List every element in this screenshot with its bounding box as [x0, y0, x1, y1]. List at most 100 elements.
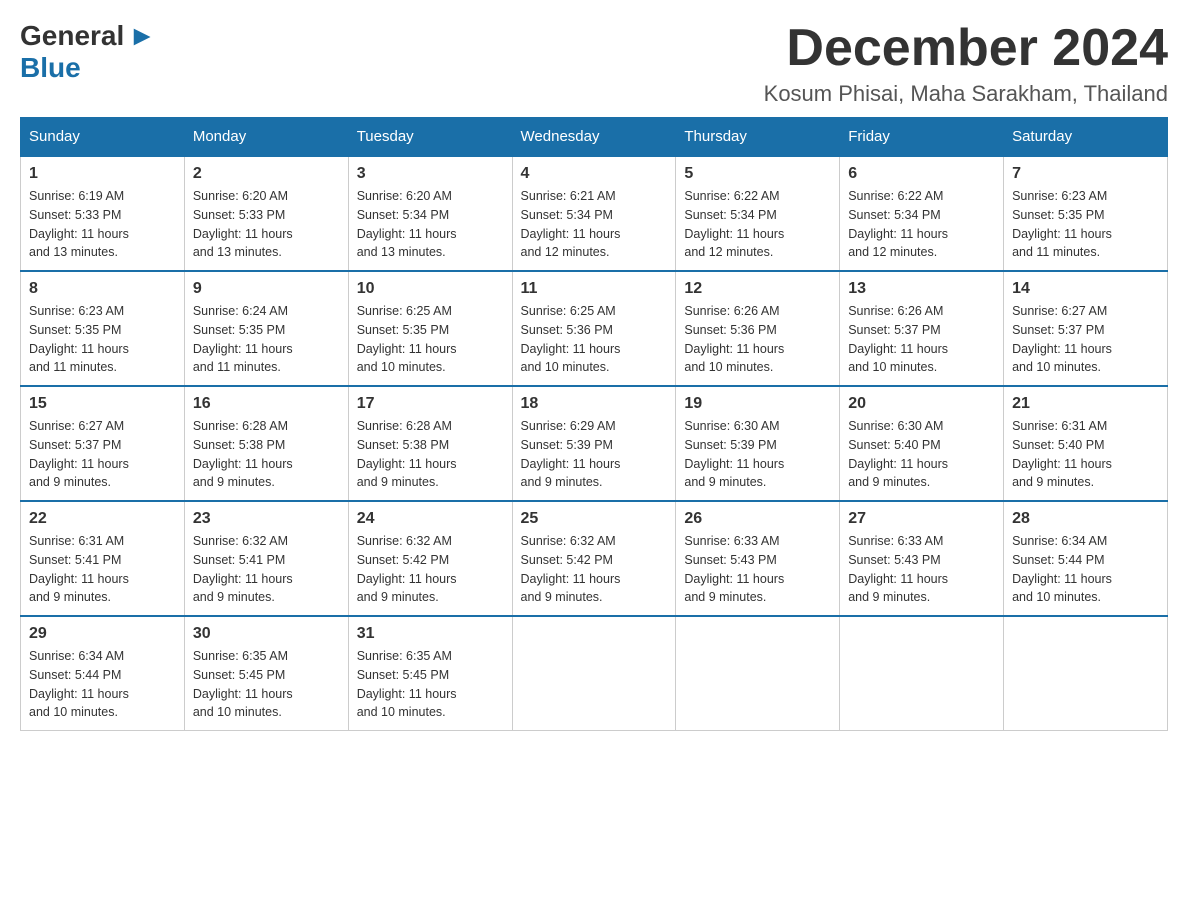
day-info: Sunrise: 6:30 AMSunset: 5:40 PMDaylight:…: [848, 417, 995, 492]
calendar-day-cell: 12 Sunrise: 6:26 AMSunset: 5:36 PMDaylig…: [676, 271, 840, 386]
day-info: Sunrise: 6:22 AMSunset: 5:34 PMDaylight:…: [684, 187, 831, 262]
calendar-week-row: 8 Sunrise: 6:23 AMSunset: 5:35 PMDayligh…: [21, 271, 1168, 386]
calendar-day-cell: 27 Sunrise: 6:33 AMSunset: 5:43 PMDaylig…: [840, 501, 1004, 616]
calendar-week-row: 1 Sunrise: 6:19 AMSunset: 5:33 PMDayligh…: [21, 156, 1168, 271]
day-info: Sunrise: 6:25 AMSunset: 5:35 PMDaylight:…: [357, 302, 504, 377]
calendar-day-cell: 9 Sunrise: 6:24 AMSunset: 5:35 PMDayligh…: [184, 271, 348, 386]
day-number: 9: [193, 280, 340, 298]
header-sunday: Sunday: [21, 118, 185, 157]
calendar-day-cell: 4 Sunrise: 6:21 AMSunset: 5:34 PMDayligh…: [512, 156, 676, 271]
day-number: 27: [848, 510, 995, 528]
day-number: 28: [1012, 510, 1159, 528]
day-info: Sunrise: 6:22 AMSunset: 5:34 PMDaylight:…: [848, 187, 995, 262]
day-number: 16: [193, 395, 340, 413]
logo-general-text: General: [20, 20, 124, 52]
header-saturday: Saturday: [1004, 118, 1168, 157]
calendar-day-cell: 13 Sunrise: 6:26 AMSunset: 5:37 PMDaylig…: [840, 271, 1004, 386]
calendar-day-cell: 20 Sunrise: 6:30 AMSunset: 5:40 PMDaylig…: [840, 386, 1004, 501]
day-info: Sunrise: 6:23 AMSunset: 5:35 PMDaylight:…: [1012, 187, 1159, 262]
calendar-day-cell: 5 Sunrise: 6:22 AMSunset: 5:34 PMDayligh…: [676, 156, 840, 271]
calendar-day-cell: 10 Sunrise: 6:25 AMSunset: 5:35 PMDaylig…: [348, 271, 512, 386]
calendar-day-cell: 19 Sunrise: 6:30 AMSunset: 5:39 PMDaylig…: [676, 386, 840, 501]
day-number: 10: [357, 280, 504, 298]
day-number: 2: [193, 165, 340, 183]
calendar-day-cell: [676, 616, 840, 731]
day-info: Sunrise: 6:34 AMSunset: 5:44 PMDaylight:…: [29, 647, 176, 722]
page-header: General ► Blue December 2024 Kosum Phisa…: [20, 20, 1168, 107]
calendar-day-cell: [512, 616, 676, 731]
calendar-day-cell: 1 Sunrise: 6:19 AMSunset: 5:33 PMDayligh…: [21, 156, 185, 271]
calendar-day-cell: [840, 616, 1004, 731]
day-number: 13: [848, 280, 995, 298]
header-thursday: Thursday: [676, 118, 840, 157]
day-number: 31: [357, 625, 504, 643]
day-number: 3: [357, 165, 504, 183]
calendar-day-cell: [1004, 616, 1168, 731]
day-number: 11: [521, 280, 668, 298]
day-info: Sunrise: 6:35 AMSunset: 5:45 PMDaylight:…: [193, 647, 340, 722]
calendar-day-cell: 16 Sunrise: 6:28 AMSunset: 5:38 PMDaylig…: [184, 386, 348, 501]
title-section: December 2024 Kosum Phisai, Maha Sarakha…: [764, 20, 1168, 107]
day-number: 20: [848, 395, 995, 413]
calendar-day-cell: 29 Sunrise: 6:34 AMSunset: 5:44 PMDaylig…: [21, 616, 185, 731]
day-number: 22: [29, 510, 176, 528]
day-number: 26: [684, 510, 831, 528]
calendar-header-row: Sunday Monday Tuesday Wednesday Thursday…: [21, 118, 1168, 157]
calendar-day-cell: 31 Sunrise: 6:35 AMSunset: 5:45 PMDaylig…: [348, 616, 512, 731]
calendar-day-cell: 23 Sunrise: 6:32 AMSunset: 5:41 PMDaylig…: [184, 501, 348, 616]
calendar-day-cell: 7 Sunrise: 6:23 AMSunset: 5:35 PMDayligh…: [1004, 156, 1168, 271]
day-number: 25: [521, 510, 668, 528]
month-title: December 2024: [764, 20, 1168, 77]
calendar-week-row: 15 Sunrise: 6:27 AMSunset: 5:37 PMDaylig…: [21, 386, 1168, 501]
day-info: Sunrise: 6:32 AMSunset: 5:42 PMDaylight:…: [357, 532, 504, 607]
day-number: 17: [357, 395, 504, 413]
day-info: Sunrise: 6:27 AMSunset: 5:37 PMDaylight:…: [29, 417, 176, 492]
day-number: 21: [1012, 395, 1159, 413]
logo-flag-icon: ►: [128, 20, 156, 52]
day-number: 4: [521, 165, 668, 183]
day-info: Sunrise: 6:23 AMSunset: 5:35 PMDaylight:…: [29, 302, 176, 377]
day-number: 15: [29, 395, 176, 413]
calendar-day-cell: 11 Sunrise: 6:25 AMSunset: 5:36 PMDaylig…: [512, 271, 676, 386]
calendar-day-cell: 6 Sunrise: 6:22 AMSunset: 5:34 PMDayligh…: [840, 156, 1004, 271]
logo: General ► Blue: [20, 20, 156, 84]
calendar-day-cell: 3 Sunrise: 6:20 AMSunset: 5:34 PMDayligh…: [348, 156, 512, 271]
calendar-table: Sunday Monday Tuesday Wednesday Thursday…: [20, 117, 1168, 731]
day-info: Sunrise: 6:28 AMSunset: 5:38 PMDaylight:…: [193, 417, 340, 492]
day-info: Sunrise: 6:35 AMSunset: 5:45 PMDaylight:…: [357, 647, 504, 722]
calendar-week-row: 29 Sunrise: 6:34 AMSunset: 5:44 PMDaylig…: [21, 616, 1168, 731]
calendar-day-cell: 8 Sunrise: 6:23 AMSunset: 5:35 PMDayligh…: [21, 271, 185, 386]
day-number: 12: [684, 280, 831, 298]
day-info: Sunrise: 6:30 AMSunset: 5:39 PMDaylight:…: [684, 417, 831, 492]
day-info: Sunrise: 6:24 AMSunset: 5:35 PMDaylight:…: [193, 302, 340, 377]
day-info: Sunrise: 6:33 AMSunset: 5:43 PMDaylight:…: [848, 532, 995, 607]
day-number: 29: [29, 625, 176, 643]
calendar-day-cell: 24 Sunrise: 6:32 AMSunset: 5:42 PMDaylig…: [348, 501, 512, 616]
calendar-day-cell: 21 Sunrise: 6:31 AMSunset: 5:40 PMDaylig…: [1004, 386, 1168, 501]
day-info: Sunrise: 6:20 AMSunset: 5:33 PMDaylight:…: [193, 187, 340, 262]
day-info: Sunrise: 6:28 AMSunset: 5:38 PMDaylight:…: [357, 417, 504, 492]
calendar-day-cell: 14 Sunrise: 6:27 AMSunset: 5:37 PMDaylig…: [1004, 271, 1168, 386]
calendar-week-row: 22 Sunrise: 6:31 AMSunset: 5:41 PMDaylig…: [21, 501, 1168, 616]
day-number: 23: [193, 510, 340, 528]
day-info: Sunrise: 6:26 AMSunset: 5:37 PMDaylight:…: [848, 302, 995, 377]
day-number: 8: [29, 280, 176, 298]
day-info: Sunrise: 6:31 AMSunset: 5:40 PMDaylight:…: [1012, 417, 1159, 492]
header-wednesday: Wednesday: [512, 118, 676, 157]
header-friday: Friday: [840, 118, 1004, 157]
day-number: 1: [29, 165, 176, 183]
day-info: Sunrise: 6:27 AMSunset: 5:37 PMDaylight:…: [1012, 302, 1159, 377]
day-info: Sunrise: 6:26 AMSunset: 5:36 PMDaylight:…: [684, 302, 831, 377]
day-number: 6: [848, 165, 995, 183]
calendar-day-cell: 26 Sunrise: 6:33 AMSunset: 5:43 PMDaylig…: [676, 501, 840, 616]
day-number: 19: [684, 395, 831, 413]
day-info: Sunrise: 6:25 AMSunset: 5:36 PMDaylight:…: [521, 302, 668, 377]
day-info: Sunrise: 6:33 AMSunset: 5:43 PMDaylight:…: [684, 532, 831, 607]
header-tuesday: Tuesday: [348, 118, 512, 157]
calendar-day-cell: 15 Sunrise: 6:27 AMSunset: 5:37 PMDaylig…: [21, 386, 185, 501]
day-info: Sunrise: 6:32 AMSunset: 5:41 PMDaylight:…: [193, 532, 340, 607]
day-number: 24: [357, 510, 504, 528]
day-info: Sunrise: 6:32 AMSunset: 5:42 PMDaylight:…: [521, 532, 668, 607]
logo-blue-text: Blue: [20, 52, 81, 84]
day-number: 18: [521, 395, 668, 413]
